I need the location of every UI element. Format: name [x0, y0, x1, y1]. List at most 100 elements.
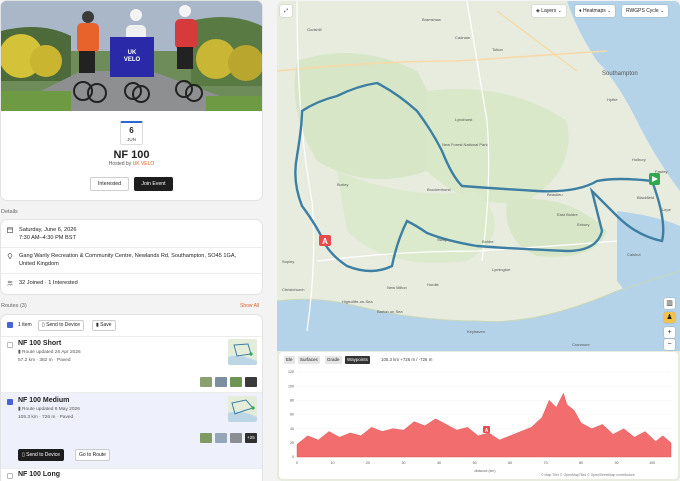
end-marker[interactable]: [649, 173, 660, 185]
route-photo[interactable]: [215, 377, 227, 387]
fullscreen-icon: ⤢: [283, 8, 288, 14]
routes-card: 1 item ▯ Send to Device ▮ Save NF 100 Sh…: [1, 315, 262, 481]
elevation-panel: Ele Surfaces Grade Waypoints 105.3 km +7…: [279, 352, 678, 479]
event-host-line: Hosted by UK VELO: [1, 161, 262, 167]
x-tick-label: 60: [508, 461, 512, 465]
route-map-thumbnail[interactable]: [228, 339, 257, 365]
route-updated-text: Route updated 26 Apr 2026: [21, 350, 81, 355]
layers-label: Layers: [541, 8, 557, 14]
place-label: Cadnam: [455, 35, 471, 40]
layers-button[interactable]: ◈ Layers ⌄: [532, 5, 566, 17]
route-map[interactable]: A Bramshaw Godshill Cadnam Totton Southa…: [277, 1, 680, 481]
show-all-routes-link[interactable]: Show All: [240, 303, 259, 309]
map-attribution: © Map Tiler © OpenMapTiles © OpenStreetM…: [541, 473, 635, 477]
tab-grade[interactable]: Grade: [325, 356, 342, 364]
save-label: Save: [100, 322, 112, 328]
place-label: Keyhaven: [467, 329, 485, 334]
street-view-icon[interactable]: ♟: [664, 312, 675, 323]
route-stats: 105.3 km · 726 m · Paved: [18, 415, 74, 420]
place-label: Fawley: [655, 169, 668, 174]
selected-count: 1 item: [18, 322, 32, 328]
x-tick-label: 100: [649, 461, 655, 465]
place-label: Sway: [437, 237, 447, 242]
place-label: Totton: [492, 47, 503, 52]
event-time: 7:30 AM–4:30 PM BST: [19, 235, 76, 241]
route-photo[interactable]: [200, 377, 212, 387]
elevation-chart[interactable]: 120 100 80 60 40 20 0 0 10 20 30 40 50 60 70 80 90 100 A…: [279, 366, 678, 476]
routes-heading: Routes (3): [1, 303, 27, 309]
place-label: Holbury: [632, 157, 646, 162]
route-map-thumbnail[interactable]: [228, 396, 257, 422]
interested-button[interactable]: Interested: [90, 177, 129, 191]
place-label: Christchurch: [282, 287, 304, 292]
event-date-text: Saturday, June 6, 2026 7:30 AM–4:30 PM B…: [19, 226, 249, 242]
place-label: Barton on Sea: [377, 309, 403, 314]
chevron-down-icon: ⌄: [660, 8, 665, 14]
route-updated-text: Route updated 6 May 2026: [21, 407, 80, 412]
route-send-to-device-button[interactable]: ▯ Send to Device: [18, 449, 65, 461]
zoom-in-button[interactable]: +: [664, 327, 675, 338]
route-send-label: Send to Device: [26, 452, 61, 458]
event-attendance[interactable]: 32 Joined · 1 Interested: [19, 279, 249, 287]
heatmaps-button[interactable]: ♦ Heatmaps ⌄: [575, 5, 616, 17]
x-tick-label: 70: [544, 461, 548, 465]
event-details-card: Saturday, June 6, 2026 7:30 AM–4:30 PM B…: [1, 220, 262, 294]
map-book-icon[interactable]: ▥: [664, 298, 675, 309]
route-name[interactable]: NF 100 Short: [18, 340, 61, 347]
route-photo[interactable]: [245, 377, 257, 387]
route-name[interactable]: NF 100 Medium: [18, 397, 69, 404]
layers-icon: ◈: [536, 8, 540, 14]
x-axis-label: distance (km): [474, 469, 495, 473]
select-all-checkbox[interactable]: [7, 322, 13, 328]
tab-ele[interactable]: Ele: [284, 356, 295, 364]
tab-surfaces[interactable]: Surfaces: [298, 356, 320, 364]
join-event-button[interactable]: Join Event: [134, 177, 173, 191]
route-checkbox[interactable]: [7, 342, 13, 348]
place-label: Blackfield: [637, 195, 654, 200]
heatmaps-label: Heatmaps: [582, 8, 606, 14]
save-button[interactable]: ▮ Save: [92, 320, 116, 331]
host-link[interactable]: UK VELO: [133, 161, 155, 167]
route-photo[interactable]: [215, 433, 227, 443]
send-to-device-button[interactable]: ▯ Send to Device: [38, 320, 85, 331]
y-tick-label: 120: [288, 370, 294, 374]
place-label: East Boldre: [557, 212, 578, 217]
event-location[interactable]: Gang Warily Recreation & Community Centr…: [19, 252, 249, 268]
start-marker[interactable]: A: [319, 235, 331, 246]
device-icon: ▯: [42, 322, 45, 328]
fullscreen-button[interactable]: ⤢: [280, 5, 292, 17]
waypoint-label: A: [485, 428, 489, 434]
zoom-out-button[interactable]: −: [664, 339, 675, 350]
route-photo[interactable]: [200, 433, 212, 443]
x-tick-label: 20: [366, 461, 370, 465]
route-stats: 57.2 km · 382 m · Paved: [18, 358, 71, 363]
more-photos-count[interactable]: +25: [245, 433, 257, 443]
place-label: Exbury: [577, 222, 589, 227]
route-photo[interactable]: [230, 377, 242, 387]
place-label: Brockenhurst: [427, 187, 451, 192]
place-label: Southampton: [602, 71, 638, 77]
place-label: New Forest National Park: [442, 142, 488, 147]
y-tick-label: 80: [290, 399, 294, 403]
map-style-select[interactable]: RWGPS Cycle ⌄: [622, 5, 669, 17]
route-photo[interactable]: [230, 433, 242, 443]
date-day: 6: [129, 126, 134, 135]
route-name[interactable]: NF 100 Long: [18, 471, 60, 478]
tab-waypoints[interactable]: Waypoints: [345, 356, 370, 364]
elevation-summary: 105.3 km +726 m / -726 m: [381, 357, 433, 362]
calendar-icon: [7, 227, 13, 233]
chevron-down-icon: ⌄: [607, 8, 612, 14]
y-tick-label: 40: [290, 427, 294, 431]
route-checkbox[interactable]: [7, 473, 13, 479]
route-checkbox[interactable]: [7, 399, 13, 405]
route-item-selected[interactable]: NF 100 Medium ▮ Route updated 6 May 2026…: [1, 393, 262, 468]
go-to-route-button[interactable]: Go to Route: [75, 449, 110, 461]
divider: [1, 336, 262, 337]
x-tick-label: 80: [579, 461, 583, 465]
x-tick-label: 0: [296, 461, 298, 465]
start-marker-label: A: [322, 237, 328, 246]
place-label: Beaulieu: [547, 192, 563, 197]
uk-velo-logo: UK VELO: [110, 37, 154, 77]
place-label: Lepe: [662, 207, 672, 212]
place-label: Cranmore: [572, 342, 591, 347]
